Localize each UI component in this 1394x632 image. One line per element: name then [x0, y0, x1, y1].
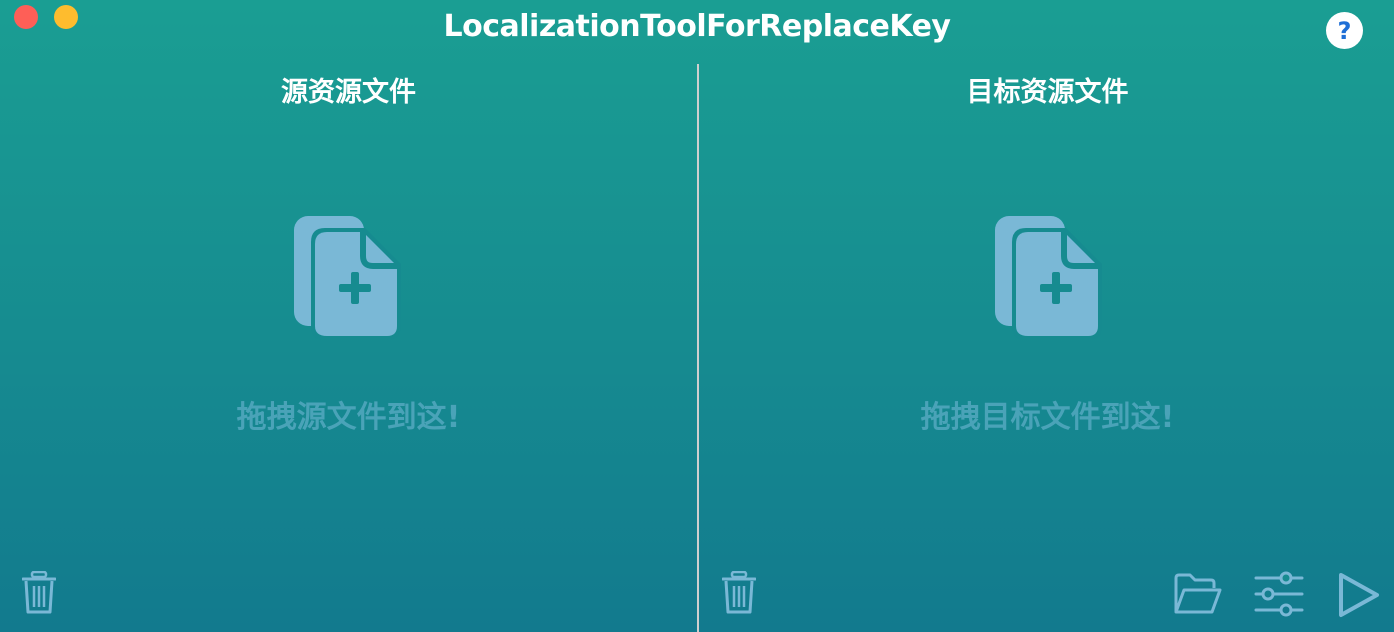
play-icon[interactable] [1337, 571, 1381, 619]
app-title: LocalizationToolForReplaceKey [443, 9, 951, 44]
help-button[interactable]: ? [1326, 12, 1363, 49]
source-drop-hint: 拖拽源文件到这! [236, 400, 461, 435]
trash-icon[interactable] [22, 571, 56, 615]
file-add-icon[interactable] [293, 214, 403, 342]
target-drop-hint: 拖拽目标文件到这! [920, 400, 1175, 435]
source-pane-title: 源资源文件 [281, 77, 416, 108]
target-pane[interactable]: 目标资源文件 拖拽目标文件到这! [699, 64, 1394, 632]
folder-open-icon[interactable] [1173, 572, 1223, 616]
target-pane-title: 目标资源文件 [966, 77, 1129, 108]
settings-sliders-icon[interactable] [1254, 571, 1304, 617]
trash-icon[interactable] [722, 571, 756, 615]
source-pane[interactable]: 源资源文件 拖拽源文件到这! [0, 64, 697, 632]
file-add-icon[interactable] [994, 214, 1104, 342]
